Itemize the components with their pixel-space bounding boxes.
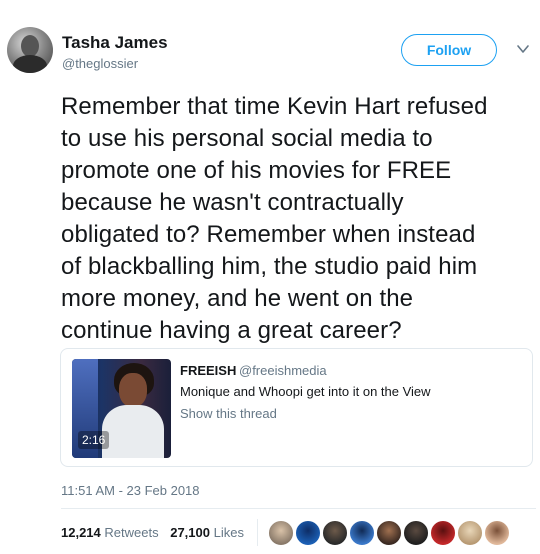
- liker-avatar[interactable]: [457, 520, 483, 546]
- quoted-tweet-text: Monique and Whoopi get into it on the Vi…: [180, 384, 431, 399]
- liker-avatar[interactable]: [376, 520, 402, 546]
- divider: [61, 508, 536, 509]
- thumbnail-person-face: [119, 373, 147, 407]
- liker-avatar[interactable]: [322, 520, 348, 546]
- avatar-face: [21, 35, 39, 57]
- retweets-stat[interactable]: 12,214 Retweets: [61, 525, 159, 540]
- author-handle[interactable]: @theglossier: [62, 56, 138, 71]
- tweet-timestamp[interactable]: 11:51 AM - 23 Feb 2018: [61, 483, 200, 498]
- avatar-body: [13, 55, 47, 73]
- follow-button[interactable]: Follow: [401, 34, 497, 66]
- quoted-tweet-card[interactable]: 2:16 FREEISH @freeishmedia Monique and W…: [60, 348, 533, 467]
- retweets-label: Retweets: [104, 525, 159, 540]
- stats-separator: [257, 519, 258, 546]
- likes-label: Likes: [213, 525, 244, 540]
- tweet-stats: 12,214 Retweets 27,100 Likes: [61, 525, 252, 540]
- quoted-author-handle[interactable]: @freeishmedia: [239, 363, 327, 378]
- likes-count: 27,100: [170, 525, 210, 540]
- tweet-text: Remember that time Kevin Hart refused to…: [61, 93, 488, 344]
- thumbnail-person-body: [102, 405, 164, 458]
- chevron-down-icon[interactable]: [516, 42, 530, 56]
- liker-avatar[interactable]: [484, 520, 510, 546]
- retweets-count: 12,214: [61, 525, 101, 540]
- liker-avatar[interactable]: [268, 520, 294, 546]
- video-thumbnail[interactable]: 2:16: [72, 359, 171, 458]
- likes-stat[interactable]: 27,100 Likes: [170, 525, 244, 540]
- show-thread-link[interactable]: Show this thread: [180, 406, 277, 421]
- quoted-author-name[interactable]: FREEISH: [180, 363, 236, 378]
- liker-avatar[interactable]: [349, 520, 375, 546]
- liker-avatar[interactable]: [430, 520, 456, 546]
- liker-avatar[interactable]: [403, 520, 429, 546]
- author-name[interactable]: Tasha James: [62, 33, 168, 53]
- liker-avatar[interactable]: [295, 520, 321, 546]
- video-duration: 2:16: [78, 431, 110, 449]
- author-avatar[interactable]: [7, 27, 53, 73]
